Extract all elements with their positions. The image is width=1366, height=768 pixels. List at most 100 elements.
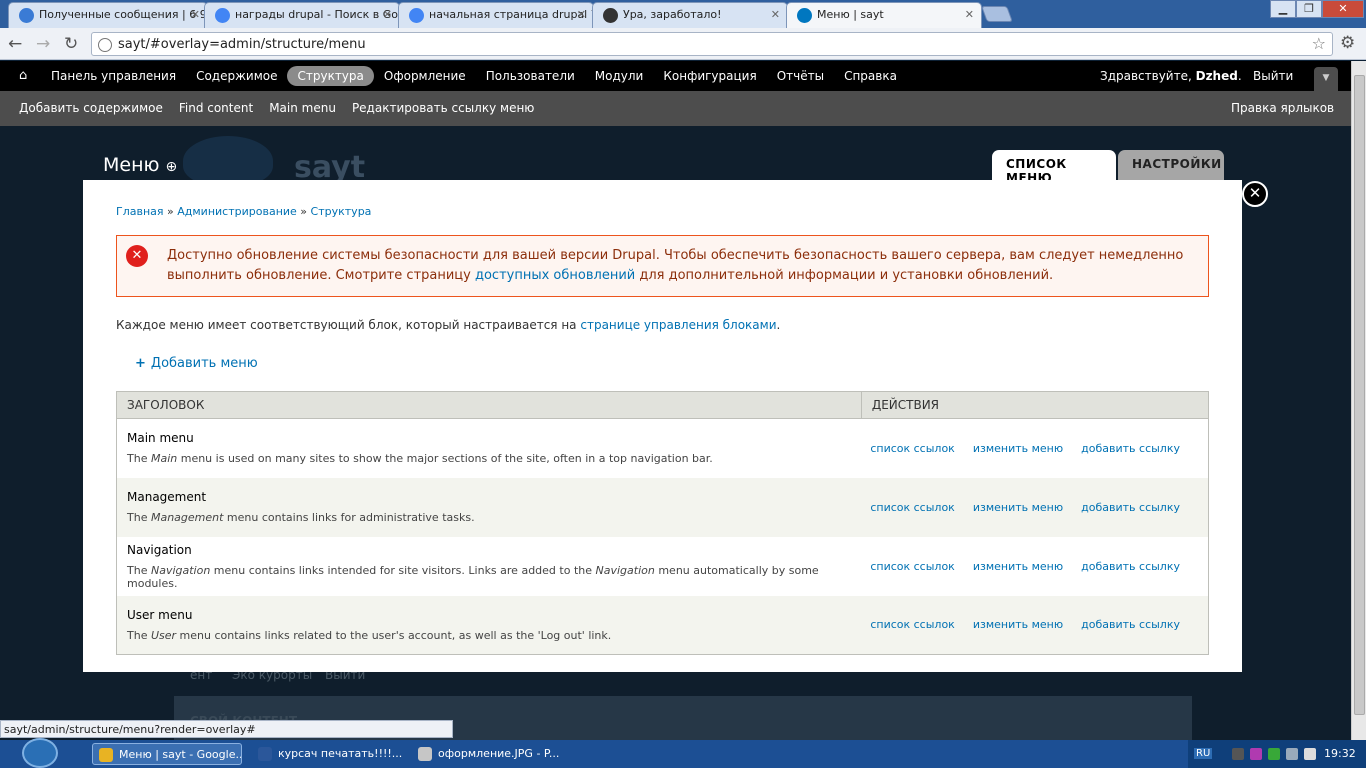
menu-description: The Main menu is used on many sites to s… [127, 452, 713, 466]
tray-icon[interactable] [1250, 748, 1262, 760]
chrome-icon [99, 748, 113, 762]
taskbar-item[interactable]: Меню | sayt - Google... [92, 743, 242, 765]
maximize-icon[interactable]: ❐ [1296, 0, 1322, 18]
list-links-link[interactable]: список ссылок [870, 501, 955, 514]
minimize-icon[interactable]: ▁ [1270, 0, 1296, 18]
logout-link[interactable]: Выйти [1253, 69, 1293, 83]
mail-icon [19, 8, 34, 23]
reload-icon[interactable]: ↻ [64, 34, 78, 54]
add-link-link[interactable]: добавить ссылку [1081, 501, 1180, 514]
shortcut-link[interactable]: Main menu [269, 101, 336, 115]
globe-icon [98, 38, 112, 52]
start-button[interactable] [22, 738, 58, 768]
add-link-link[interactable]: добавить ссылку [1081, 442, 1180, 455]
edit-menu-link[interactable]: изменить меню [973, 618, 1063, 631]
shortcut-link[interactable]: Find content [179, 101, 253, 115]
admin-menu-item[interactable]: Пользователи [486, 66, 575, 86]
shortcut-link[interactable]: Добавить содержимое [19, 101, 163, 115]
breadcrumb-link[interactable]: Администрирование [177, 205, 297, 218]
security-update-error-message: ✕ Доступно обновление системы безопаснос… [116, 235, 1209, 297]
system-tray: RU 19:32 [1188, 740, 1366, 768]
language-indicator[interactable]: RU [1194, 748, 1213, 759]
table-row: Main menu The Main menu is used on many … [117, 419, 1209, 478]
site-logo [183, 136, 273, 186]
browser-tab-strip: Полученные сообщения | 6 9 ✕ награды dru… [0, 0, 1366, 28]
username[interactable]: Dzhed [1196, 69, 1238, 83]
close-window-icon[interactable]: ✕ [1322, 0, 1364, 18]
edit-menu-link[interactable]: изменить меню [973, 501, 1063, 514]
new-tab-button[interactable] [981, 6, 1013, 22]
google-icon [409, 8, 424, 23]
tray-icon[interactable] [1232, 748, 1244, 760]
close-tab-icon[interactable]: ✕ [771, 8, 780, 21]
volume-icon[interactable] [1304, 748, 1316, 760]
menu-title: Main menu [127, 431, 194, 446]
shortcut-link[interactable]: Редактировать ссылку меню [352, 101, 534, 115]
toolbar-drawer-toggle-icon[interactable]: ▼ [1314, 67, 1338, 91]
overlay-panel: Главная » Администрирование » Структура … [83, 180, 1242, 672]
list-links-link[interactable]: список ссылок [870, 442, 955, 455]
taskbar-item[interactable]: оформление.JPG - P... [412, 743, 562, 765]
tray-icon[interactable] [1268, 748, 1280, 760]
taskbar-item[interactable]: курсач печатать!!!!... [252, 743, 402, 765]
scrollbar-thumb[interactable] [1354, 75, 1365, 715]
tab-menu-list[interactable]: СПИСОК МЕНЮ [992, 150, 1116, 185]
admin-menu-item[interactable]: Панель управления [51, 66, 176, 86]
admin-menu: Панель управления Содержимое Структура О… [51, 61, 917, 91]
edit-shortcuts-link[interactable]: Правка ярлыков [1231, 101, 1334, 115]
admin-menu-item[interactable]: Справка [844, 66, 897, 86]
browser-tab[interactable]: Полученные сообщения | 6 9 ✕ [8, 2, 208, 28]
address-bar[interactable]: sayt/#overlay=admin/structure/menu ☆ [91, 32, 1333, 56]
add-link-link[interactable]: добавить ссылку [1081, 618, 1180, 631]
browser-tab[interactable]: награды drupal - Поиск в Goo ✕ [204, 2, 400, 28]
browser-toolbar: ← → ↻ sayt/#overlay=admin/structure/menu… [0, 28, 1366, 60]
plus-icon: + [135, 356, 146, 371]
close-tab-icon[interactable]: ✕ [191, 8, 200, 21]
paint-icon [418, 747, 432, 761]
tab-settings[interactable]: НАСТРОЙКИ [1118, 150, 1224, 180]
shortcuts-bar: Добавить содержимое Find content Main me… [0, 91, 1351, 126]
admin-menu-item[interactable]: Отчёты [777, 66, 824, 86]
menu-title: Navigation [127, 542, 192, 557]
column-header-title: Заголовок [116, 391, 862, 419]
wrench-icon[interactable]: ⚙ [1340, 33, 1355, 53]
user-greeting: Здравствуйте, Dzhed. [1100, 69, 1242, 83]
back-icon[interactable]: ← [8, 34, 22, 54]
admin-menu-item[interactable]: Конфигурация [663, 66, 756, 86]
close-tab-icon[interactable]: ✕ [383, 8, 392, 21]
blocks-page-link[interactable]: странице управления блоками [580, 318, 776, 332]
browser-tab-active[interactable]: Меню | sayt ✕ [786, 2, 982, 28]
page-scrollbar[interactable] [1351, 61, 1366, 740]
admin-menu-item[interactable]: Оформление [384, 66, 466, 86]
add-menu-link[interactable]: + Добавить меню [135, 356, 258, 371]
intro-text: Каждое меню имеет соответствующий блок, … [116, 318, 781, 332]
available-updates-link[interactable]: доступных обновлений [475, 268, 635, 283]
add-link-link[interactable]: добавить ссылку [1081, 560, 1180, 573]
breadcrumb-link[interactable]: Главная [116, 205, 164, 218]
admin-menu-item[interactable]: Модули [595, 66, 644, 86]
browser-tab[interactable]: Ура, заработало! ✕ [592, 2, 788, 28]
page-title: Меню ⊕ [103, 154, 178, 176]
close-tab-icon[interactable]: ✕ [577, 8, 586, 21]
menu-description: The User menu contains links related to … [127, 628, 612, 642]
table-row: Management The Management menu contains … [116, 477, 1209, 537]
add-shortcut-icon[interactable]: ⊕ [166, 159, 178, 175]
close-tab-icon[interactable]: ✕ [965, 8, 974, 21]
list-links-link[interactable]: список ссылок [870, 560, 955, 573]
menu-title: Management [127, 490, 207, 504]
browser-tab[interactable]: начальная страница drupal 7 ✕ [398, 2, 594, 28]
network-icon[interactable] [1286, 748, 1298, 760]
spy-icon [603, 8, 618, 23]
admin-menu-item-active[interactable]: Структура [287, 66, 374, 86]
close-overlay-icon[interactable]: ✕ [1242, 181, 1268, 207]
edit-menu-link[interactable]: изменить меню [973, 442, 1063, 455]
breadcrumb-link[interactable]: Структура [311, 205, 372, 218]
bookmark-star-icon[interactable]: ☆ [1312, 34, 1326, 53]
list-links-link[interactable]: список ссылок [870, 618, 955, 631]
admin-menu-item[interactable]: Содержимое [196, 66, 277, 86]
edit-menu-link[interactable]: изменить меню [973, 560, 1063, 573]
breadcrumb: Главная » Администрирование » Структура [116, 205, 372, 218]
status-bar-url: sayt/admin/structure/menu?render=overlay… [0, 720, 453, 738]
forward-icon[interactable]: → [36, 34, 50, 54]
home-icon[interactable]: ⌂ [19, 68, 27, 83]
